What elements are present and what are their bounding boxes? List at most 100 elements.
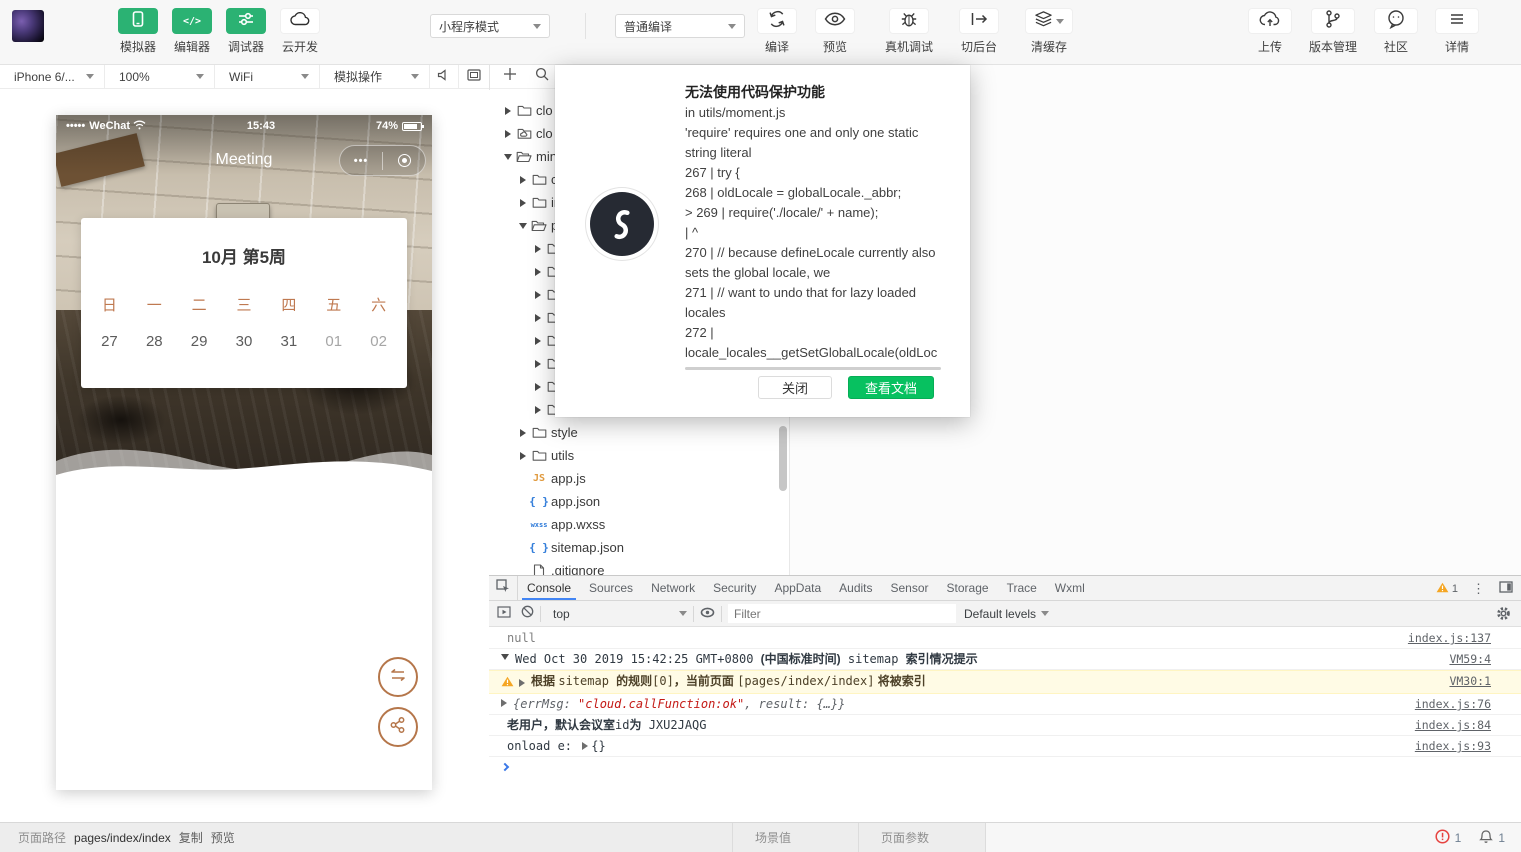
tab-trace[interactable]: Trace (998, 576, 1046, 600)
swap-room-button[interactable] (378, 657, 418, 697)
expand-arrow-right[interactable] (531, 336, 544, 345)
notification-counter[interactable]: 1 (1479, 829, 1505, 847)
more-menu-button[interactable]: ••• (340, 155, 382, 167)
date-cell[interactable]: 30 (222, 333, 267, 350)
tab-console[interactable]: Console (518, 576, 580, 600)
device-debug-button[interactable]: 真机调试 (885, 8, 933, 55)
tree-item-app.js[interactable]: JS app.js (489, 467, 789, 490)
close-button[interactable]: 关闭 (758, 376, 832, 399)
dock-side-button[interactable] (1499, 580, 1513, 598)
console-log-row[interactable]: {errMsg: "cloud.callFunction:ok", result… (489, 694, 1521, 715)
expand-arrow-down[interactable] (501, 153, 514, 160)
simulator-button[interactable]: 模拟器 (118, 8, 158, 55)
compile-button[interactable]: 编译 (757, 8, 797, 55)
cloud-dev-button[interactable]: 云开发 (280, 8, 320, 55)
tree-item-app.wxss[interactable]: wxss app.wxss (489, 513, 789, 536)
expand-arrow-right[interactable] (516, 451, 529, 460)
editor-button[interactable]: </> 编辑器 (172, 8, 212, 55)
avatar[interactable] (12, 10, 44, 42)
tab-storage[interactable]: Storage (938, 576, 998, 600)
expand-arrow-right[interactable] (531, 359, 544, 368)
error-counter[interactable]: 1 (1435, 828, 1461, 847)
share-button[interactable] (378, 707, 418, 747)
console-log-row[interactable]: 老用户，默认会议室id为 JXU2JAQG index.js:84 (489, 715, 1521, 736)
switch-background-button[interactable]: 切后台 (959, 8, 1000, 55)
tab-sources[interactable]: Sources (580, 576, 642, 600)
live-expression-icon[interactable] (700, 605, 715, 623)
expand-arrow-right[interactable] (501, 129, 514, 138)
expand-arrow-right[interactable] (531, 244, 544, 253)
simulate-action-select[interactable]: 模拟操作 (320, 65, 430, 88)
preview-path-link[interactable]: 预览 (211, 829, 235, 846)
tab-appdata[interactable]: AppData (765, 576, 830, 600)
date-cell[interactable]: 31 (266, 333, 311, 350)
expand-arrow-down[interactable] (516, 222, 529, 229)
expand-arrow-right[interactable] (516, 428, 529, 437)
dialog-hscrollbar[interactable] (685, 367, 941, 370)
tree-item-sitemap.json[interactable]: { } sitemap.json (489, 536, 789, 559)
tree-item-.gitignore[interactable]: .gitignore (489, 559, 789, 575)
scene-value-cell[interactable]: 场景值 (732, 823, 858, 852)
expand-arrow-right[interactable] (531, 382, 544, 391)
source-link[interactable]: index.js:76 (1399, 697, 1491, 711)
screenshot-button[interactable] (459, 65, 488, 88)
context-select[interactable]: top (547, 607, 687, 621)
network-select[interactable]: WiFi (215, 65, 320, 88)
tree-item-app.json[interactable]: { } app.json (489, 490, 789, 513)
source-link[interactable]: index.js:93 (1399, 739, 1491, 753)
source-link[interactable]: VM30:1 (1433, 674, 1491, 688)
console-log-row[interactable]: Wed Oct 30 2019 15:42:25 GMT+0800 (中国标准时… (489, 649, 1521, 670)
source-link[interactable]: index.js:84 (1399, 718, 1491, 732)
add-file-icon[interactable] (503, 67, 517, 86)
filter-input[interactable] (728, 604, 956, 623)
clear-console-button[interactable] (521, 605, 534, 623)
date-cell[interactable]: 02 (356, 333, 401, 350)
source-link[interactable]: VM59:4 (1433, 652, 1491, 666)
expand-arrow-right[interactable] (531, 313, 544, 322)
log-levels-select[interactable]: Default levels (964, 607, 1050, 621)
console-log-row[interactable]: onload e: {} index.js:93 (489, 736, 1521, 757)
copy-path-link[interactable]: 复制 (179, 829, 203, 846)
exit-button[interactable] (383, 154, 425, 167)
warning-badge[interactable]: 1 (1436, 582, 1458, 596)
console-row-gutter[interactable] (501, 652, 509, 660)
tree-item-style[interactable]: style (489, 421, 789, 444)
zoom-select[interactable]: 100% (105, 65, 215, 88)
preview-button[interactable]: 预览 (815, 8, 855, 55)
inspect-button[interactable] (489, 576, 518, 600)
console-settings-button[interactable] (1496, 606, 1511, 621)
console-prompt[interactable] (489, 757, 1521, 772)
page-params-cell[interactable]: 页面参数 (858, 823, 985, 852)
sidebar-toggle-button[interactable] (497, 605, 511, 623)
tab-network[interactable]: Network (642, 576, 704, 600)
console-warning-row[interactable]: 根据 sitemap 的规则[0]，当前页面 [pages/index/inde… (489, 670, 1521, 694)
device-select[interactable]: iPhone 6/... (0, 65, 105, 88)
view-docs-button[interactable]: 查看文档 (848, 376, 934, 399)
compile-mode-select[interactable]: 普通编译 (615, 14, 745, 38)
expand-arrow-right[interactable] (531, 290, 544, 299)
devtools-menu-button[interactable]: ⋮ (1472, 582, 1485, 595)
source-link[interactable]: index.js:137 (1392, 631, 1491, 645)
expand-arrow-right[interactable] (531, 267, 544, 276)
console-row-gutter[interactable] (501, 674, 525, 690)
tree-item-utils[interactable]: utils (489, 444, 789, 467)
mute-button[interactable] (430, 65, 459, 88)
community-button[interactable]: 社区 (1374, 8, 1419, 55)
expand-arrow-right[interactable] (501, 106, 514, 115)
tab-security[interactable]: Security (704, 576, 765, 600)
search-icon[interactable] (535, 67, 549, 86)
tab-audits[interactable]: Audits (830, 576, 881, 600)
tree-scrollbar[interactable] (779, 426, 787, 491)
date-cell[interactable]: 28 (132, 333, 177, 350)
debugger-button[interactable]: 调试器 (226, 8, 266, 55)
date-cell[interactable]: 01 (311, 333, 356, 350)
console-row-gutter[interactable] (501, 697, 507, 707)
expand-arrow-right[interactable] (531, 405, 544, 414)
expand-arrow-right[interactable] (516, 198, 529, 207)
clear-cache-button[interactable]: 清缓存 (1025, 8, 1074, 55)
date-cell[interactable]: 29 (177, 333, 222, 350)
expand-arrow-right[interactable] (516, 175, 529, 184)
console-log-row[interactable]: null index.js:137 (489, 628, 1521, 649)
upload-button[interactable]: 上传 (1248, 8, 1292, 55)
tab-wxml[interactable]: Wxml (1046, 576, 1094, 600)
